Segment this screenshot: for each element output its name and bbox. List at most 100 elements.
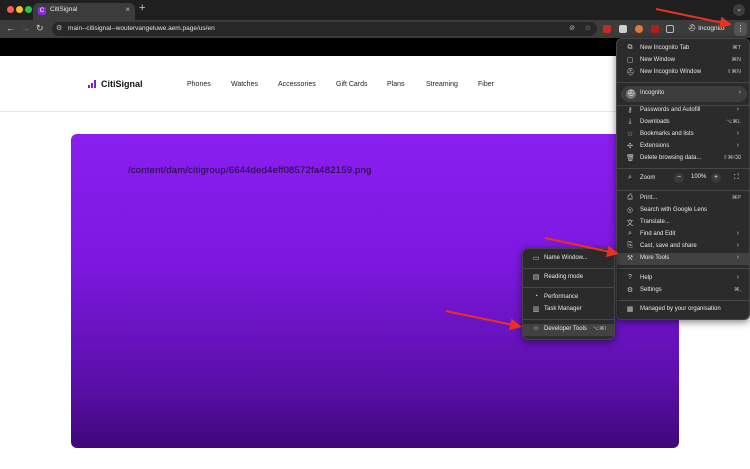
incognito-chip[interactable]: ⛑ Incognito — [688, 24, 724, 32]
extensions-puzzle-icon[interactable] — [666, 25, 674, 33]
incognito-chip-label: Incognito — [698, 25, 725, 32]
nav-link-watches[interactable]: Watches — [231, 81, 258, 88]
menu-item-managed-by-org[interactable]: ▦ Managed by your organisation — [617, 304, 749, 316]
reading-icon: ▤ — [532, 274, 540, 281]
site-logo[interactable]: CitiSignal — [88, 79, 143, 89]
nav-link-plans[interactable]: Plans — [387, 81, 405, 88]
gear-icon: ⚙ — [626, 287, 634, 294]
menu-item-more-tools[interactable]: ⚒ More Tools › — [617, 253, 749, 265]
zoom-icon: ⌕ — [628, 174, 632, 181]
site-info-icon[interactable]: ⚙ — [56, 24, 62, 32]
menu-item-new-incognito-tab[interactable]: ⧉ New Incognito Tab ⌘T — [617, 43, 749, 55]
nav-link-accessories[interactable]: Accessories — [278, 81, 316, 88]
print-icon: ⎙ — [627, 194, 633, 201]
menu-item-delete-browsing-data[interactable]: 🗑 Delete browsing data... ⇧⌘⌫ — [617, 153, 749, 165]
fullscreen-icon[interactable]: ⛶ — [734, 174, 739, 182]
zoom-level: 100% — [691, 174, 707, 180]
menu-item-incognito-profile[interactable]: ⛑ Incognito › — [621, 86, 747, 102]
new-window-icon: ▢ — [626, 57, 634, 64]
extension-c-icon[interactable] — [635, 25, 643, 33]
minimize-window-button[interactable] — [16, 6, 23, 13]
toolbox-icon: ⚒ — [626, 255, 634, 262]
zoom-out-button[interactable]: − — [674, 173, 684, 183]
menu-item-performance[interactable]: ◔ Performance — [523, 292, 614, 304]
incognito-icon: ⛑ — [688, 25, 697, 32]
menu-separator — [523, 287, 614, 288]
brand-name: CitiSignal — [101, 79, 143, 89]
chevron-right-icon: › — [738, 89, 741, 96]
menu-item-developer-tools[interactable]: ‹› Developer Tools ⌥⌘I — [523, 324, 614, 336]
menu-item-passwords[interactable]: ⚷ Passwords and Autofill › — [617, 105, 749, 117]
download-icon: ⤓ — [628, 118, 632, 125]
cast-icon: ⎘ — [627, 242, 633, 249]
tab-search-button[interactable]: ⌄ — [733, 4, 745, 16]
nav-link-fiber[interactable]: Fiber — [478, 81, 494, 88]
maximize-window-button[interactable] — [25, 6, 32, 13]
menu-item-help[interactable]: ? Help › — [617, 273, 749, 285]
menu-item-print[interactable]: ⎙ Print... ⌘P — [617, 193, 749, 205]
menu-separator — [617, 168, 749, 169]
back-icon[interactable]: ← — [6, 23, 15, 33]
chrome-menu-button[interactable]: ⋮ — [734, 22, 747, 36]
menu-item-bookmarks[interactable]: ☆ Bookmarks and lists › — [617, 129, 749, 141]
menu-separator — [617, 268, 749, 269]
menu-item-cast-save-share[interactable]: ⎘ Cast, save and share › — [617, 241, 749, 253]
building-icon: ▦ — [626, 306, 634, 313]
lens-icon: ◎ — [626, 207, 634, 214]
eye-off-icon[interactable]: ⊘ — [569, 24, 575, 32]
menu-separator — [523, 319, 614, 320]
nav-link-phones[interactable]: Phones — [187, 81, 211, 88]
menu-item-name-window[interactable]: ▭ Name Window... — [523, 253, 614, 265]
menu-separator — [523, 268, 614, 269]
extension-b-icon[interactable] — [619, 25, 627, 33]
key-icon: ⚷ — [627, 107, 633, 114]
browser-toolbar: ← → ↻ ⚙ main--citisignal--woutervangeluw… — [0, 20, 750, 38]
zoom-in-button[interactable]: + — [711, 173, 721, 183]
tab-bar: C CitiSignal × + ⌄ — [0, 0, 750, 20]
menu-item-new-window[interactable]: ▢ New Window ⌘N — [617, 55, 749, 67]
menu-item-downloads[interactable]: ⤓ Downloads ⌥⌘L — [617, 117, 749, 129]
menu-separator — [617, 190, 749, 191]
nav-link-streaming[interactable]: Streaming — [426, 81, 458, 88]
reload-icon[interactable]: ↻ — [36, 23, 44, 34]
extension-a-icon[interactable] — [603, 25, 611, 33]
window-icon: ▭ — [532, 255, 540, 262]
help-icon: ? — [628, 274, 632, 281]
find-icon: ⌕ — [628, 230, 632, 237]
address-bar[interactable]: ⚙ main--citisignal--woutervangeluwe.aem.… — [52, 22, 597, 36]
tab-close-icon[interactable]: × — [125, 5, 130, 14]
chevron-right-icon: › — [736, 274, 739, 281]
menu-item-find-and-edit[interactable]: ⌕ Find and Edit › — [617, 229, 749, 241]
chevron-right-icon: › — [736, 242, 739, 249]
translate-icon: 文 — [626, 220, 634, 227]
browser-window: C CitiSignal × + ⌄ ← → ↻ ⚙ main--citisig… — [0, 0, 750, 469]
more-tools-submenu: ▭ Name Window... ▤ Reading mode ◔ Perfor… — [522, 248, 615, 340]
menu-item-extensions[interactable]: ✣ Extensions › — [617, 141, 749, 153]
trash-icon: 🗑 — [626, 155, 635, 162]
code-icon: ‹› — [533, 325, 539, 332]
nav-link-gift-cards[interactable]: Gift Cards — [336, 81, 368, 88]
task-icon: ▥ — [532, 306, 540, 313]
chrome-main-menu: ⧉ New Incognito Tab ⌘T ▢ New Window ⌘N ⛑… — [616, 38, 750, 320]
menu-item-reading-mode[interactable]: ▤ Reading mode — [523, 272, 614, 284]
chevron-right-icon: › — [736, 130, 739, 137]
extension-d-icon[interactable] — [651, 25, 659, 33]
menu-separator — [617, 82, 749, 83]
forward-icon[interactable]: → — [21, 23, 30, 33]
incognito-icon: ⛑ — [626, 69, 635, 76]
menu-item-google-lens[interactable]: ◎ Search with Google Lens — [617, 205, 749, 217]
menu-item-translate[interactable]: 文 Translate... — [617, 217, 749, 229]
chevron-right-icon: › — [736, 230, 739, 237]
menu-item-zoom: ⌕ Zoom − 100% + ⛶ — [617, 173, 749, 185]
close-window-button[interactable] — [7, 6, 14, 13]
menu-item-settings[interactable]: ⚙ Settings ⌘, — [617, 285, 749, 297]
new-tab-button[interactable]: + — [139, 2, 145, 14]
menu-item-new-incognito-window[interactable]: ⛑ New Incognito Window ⇧⌘N — [617, 67, 749, 79]
hero-image-path: /content/dam/citigroup/6644ded4eff08572f… — [128, 165, 372, 176]
bookmark-star-icon[interactable]: ☆ — [585, 24, 591, 32]
url-text: main--citisignal--woutervangeluwe.aem.pa… — [68, 25, 215, 32]
tab-title: CitiSignal — [50, 6, 78, 13]
chevron-right-icon: › — [736, 142, 739, 149]
tab-citisignal[interactable]: C CitiSignal × — [33, 3, 135, 20]
menu-item-task-manager[interactable]: ▥ Task Manager — [523, 304, 614, 316]
